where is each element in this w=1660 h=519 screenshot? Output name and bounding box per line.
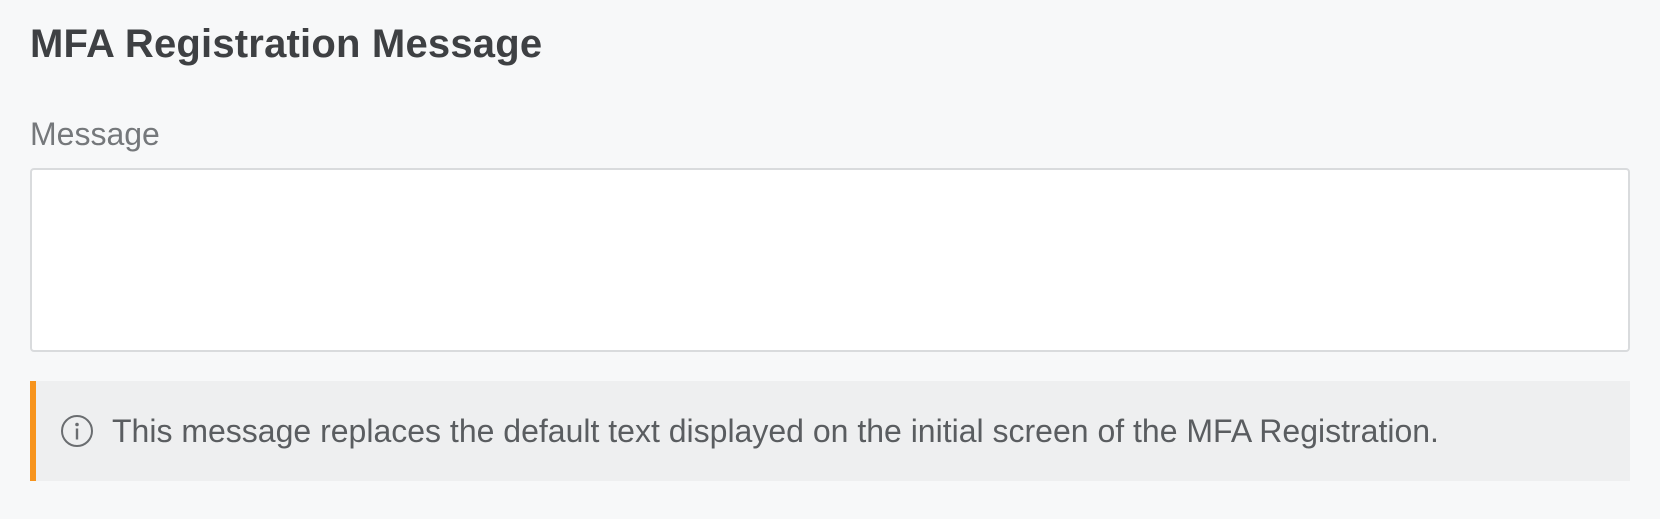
message-textarea[interactable]: [30, 168, 1630, 352]
message-field-label: Message: [30, 116, 160, 152]
mfa-registration-message-panel: MFA Registration Message Message This me…: [0, 0, 1660, 519]
info-callout: This message replaces the default text d…: [30, 381, 1630, 481]
section-title: MFA Registration Message: [30, 22, 543, 66]
info-circle-icon: [60, 414, 94, 448]
info-callout-text: This message replaces the default text d…: [112, 412, 1439, 449]
